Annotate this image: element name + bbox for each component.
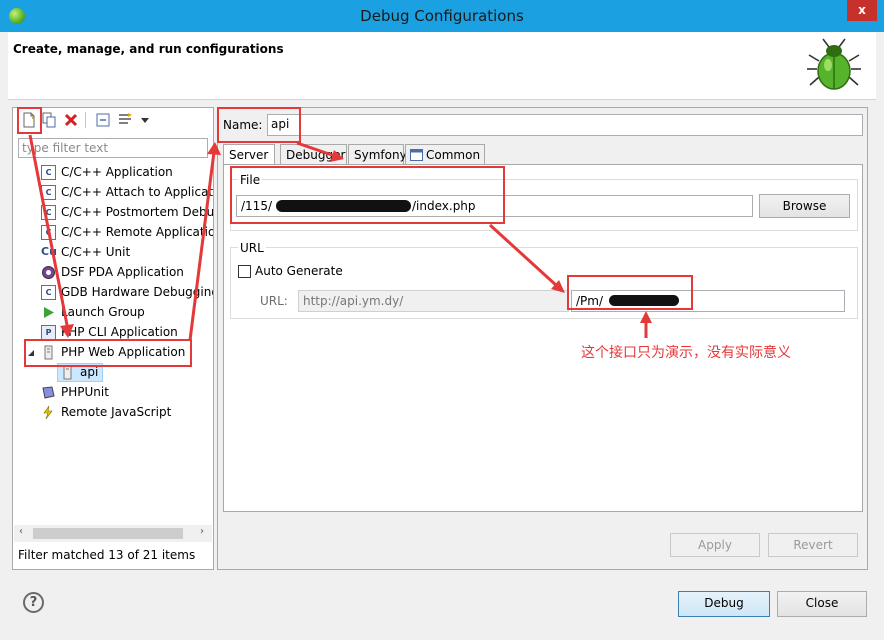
tab-label: Server [229, 148, 269, 162]
filter-icon[interactable] [117, 112, 133, 128]
browse-button[interactable]: Browse [759, 194, 850, 218]
url-base-input: http://api.ym.dy/ [298, 290, 569, 312]
c-postmortem-icon: C [41, 205, 56, 220]
highlight-name [217, 107, 301, 143]
tree-item-gdb-hardware[interactable]: C GDB Hardware Debugging [13, 283, 213, 303]
php-cli-icon: P [41, 325, 56, 340]
tree-item-label: C/C++ Application [61, 165, 173, 179]
duplicate-icon[interactable] [41, 112, 57, 128]
url-group-label: URL [238, 241, 266, 255]
view-menu-icon[interactable] [137, 112, 153, 128]
pda-icon [42, 266, 55, 279]
highlight-file [230, 166, 505, 224]
tree-item-remote-js[interactable]: Remote JavaScript [13, 403, 213, 423]
toolbar-separator [85, 112, 86, 128]
tree-item-c-unit[interactable]: Cu C/C++ Unit [13, 243, 213, 263]
tree-item-launch-group[interactable]: Launch Group [13, 303, 213, 323]
url-label: URL: [260, 294, 288, 308]
tree-item-label: C/C++ Remote Application [61, 225, 213, 239]
debug-button[interactable]: Debug [678, 591, 770, 617]
auto-generate-checkbox[interactable] [238, 265, 251, 278]
common-tab-icon [410, 149, 423, 161]
php-web-config-icon [63, 365, 72, 380]
c-attach-icon: C [41, 185, 56, 200]
delete-icon[interactable] [63, 112, 79, 128]
header-banner: Create, manage, and run configurations [8, 32, 876, 100]
c-app-icon: C [41, 165, 56, 180]
tree-item-label: api [80, 365, 99, 379]
collapse-all-icon[interactable] [95, 112, 111, 128]
phpunit-icon [42, 386, 55, 399]
tree-item-label: Launch Group [61, 305, 145, 319]
tree-item-c-attach[interactable]: C C/C++ Attach to Application [13, 183, 213, 203]
c-remote-icon: C [41, 225, 56, 240]
filter-input[interactable] [18, 138, 208, 158]
tree-item-label: PHP CLI Application [61, 325, 178, 339]
banner-text: Create, manage, and run configurations [13, 42, 284, 56]
tree-item-label: PHPUnit [61, 385, 109, 399]
name-input[interactable]: api [267, 114, 863, 136]
horizontal-scrollbar[interactable]: ‹ › [14, 525, 212, 542]
tree-item-dsf-pda[interactable]: DSF PDA Application [13, 263, 213, 283]
tree-item-phpunit[interactable]: PHPUnit [13, 383, 213, 403]
tab-label: Debugger [286, 148, 346, 162]
scroll-left-icon[interactable]: ‹ [19, 526, 23, 537]
help-icon[interactable]: ? [23, 592, 44, 613]
auto-generate-label: Auto Generate [255, 264, 343, 278]
tab-symfony[interactable]: Symfony [348, 144, 407, 165]
tab-label: Symfony [354, 148, 407, 162]
scroll-right-icon[interactable]: › [200, 526, 204, 537]
tree-item-c-postmortem[interactable]: C C/C++ Postmortem Debugger [13, 203, 213, 223]
tab-server[interactable]: Server [223, 144, 275, 166]
bug-icon [807, 38, 861, 90]
tree-item-label: GDB Hardware Debugging [61, 285, 213, 299]
tree-item-c-application[interactable]: C C/C++ Application [13, 163, 213, 183]
tree-item-label: C/C++ Postmortem Debugger [61, 205, 213, 219]
gdb-icon: C [41, 285, 56, 300]
annotation-text: 这个接口只为演示，没有实际意义 [581, 345, 791, 361]
launch-group-icon [44, 307, 54, 318]
c-unit-icon: Cu [41, 245, 57, 258]
scrollbar-thumb[interactable] [33, 528, 183, 539]
tree-item-label: Remote JavaScript [61, 405, 172, 419]
close-button[interactable]: Close [777, 591, 867, 617]
tab-label: Common [426, 148, 481, 162]
revert-button[interactable]: Revert [768, 533, 858, 557]
tab-debugger[interactable]: Debugger [280, 144, 347, 165]
remote-js-icon [43, 405, 53, 420]
filter-status: Filter matched 13 of 21 items [18, 548, 196, 562]
tree-item-label: C/C++ Attach to Application [61, 185, 213, 199]
highlight-php-web-app [24, 339, 192, 367]
apply-button[interactable]: Apply [670, 533, 760, 557]
tree-item-label: DSF PDA Application [61, 265, 184, 279]
tab-common[interactable]: Common [405, 144, 485, 165]
tree-item-label: C/C++ Unit [61, 245, 131, 259]
highlight-new-config [17, 107, 42, 134]
window-title: Debug Configurations [360, 7, 524, 25]
window-close-button[interactable]: x [847, 0, 877, 21]
tree-item-c-remote[interactable]: C C/C++ Remote Application [13, 223, 213, 243]
highlight-url-path [567, 275, 693, 310]
